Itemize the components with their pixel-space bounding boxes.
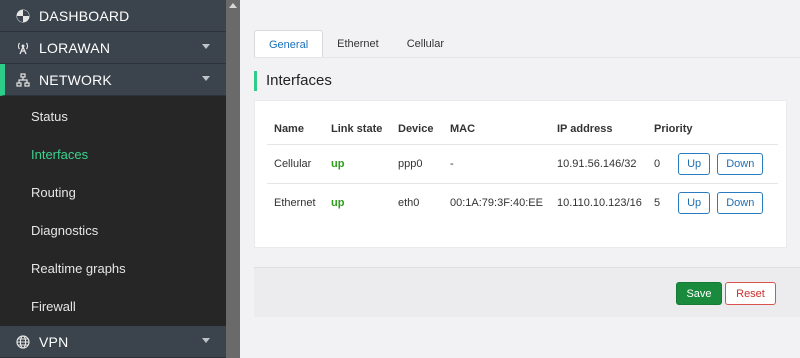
cell-mac: 00:1A:79:3F:40:EE [450,196,543,209]
tab-cellular[interactable]: Cellular [393,30,458,58]
cell-device: ppp0 [391,144,443,184]
nav-vpn-label: VPN [39,333,69,350]
sidebar-item-realtime-graphs[interactable]: Realtime graphs [0,249,226,287]
column-header-device: Device [391,114,443,145]
sidebar-item-label: Firewall [31,298,76,314]
globe-icon [15,334,31,350]
save-button[interactable]: Save [676,282,722,305]
cell-priority: 0 Up Down [647,144,778,184]
sidebar-item-routing[interactable]: Routing [0,173,226,211]
dashboard-icon [15,8,31,24]
priority-value: 0 [654,157,661,170]
sidebar-item-label: Realtime graphs [31,260,126,276]
interfaces-panel: Name Link state Device MAC IP address Pr… [254,100,787,248]
form-footer: Save Reset [254,267,800,317]
column-header-link-state: Link state [324,114,391,145]
nav-dashboard-label: DASHBOARD [39,7,130,24]
main-content: General Ethernet Cellular Interfaces Nam… [240,0,800,358]
table-header-row: Name Link state Device MAC IP address Pr… [267,114,778,145]
table-row: Ethernet up eth0 00:1A:79:3F:40:EE 10.11… [267,183,778,222]
cell-mac: - [443,144,550,184]
cell-ip-address: 10.110.10.123/16 [557,196,642,209]
section-title: Interfaces [254,71,332,91]
priority-up-button[interactable]: Up [678,152,711,175]
nav-dashboard[interactable]: DASHBOARD [0,0,226,32]
sidebar-item-status[interactable]: Status [0,97,226,135]
scroll-up-arrow-icon[interactable] [229,3,237,8]
sidebar-item-diagnostics[interactable]: Diagnostics [0,211,226,249]
nav-lorawan-label: LORAWAN [39,39,111,56]
tab-divider [254,57,800,58]
sidebar-item-interfaces[interactable]: Interfaces [0,135,226,173]
column-header-ip-address: IP address [550,114,647,145]
cell-name: Ethernet [274,196,316,209]
reset-button[interactable]: Reset [725,282,776,305]
priority-down-button[interactable]: Down [717,191,764,214]
column-header-mac: MAC [443,114,550,145]
sidebar-item-label: Routing [31,184,76,200]
antenna-icon [15,40,31,56]
sidebar-item-firewall[interactable]: Firewall [0,287,226,325]
sidebar-item-label: Diagnostics [31,222,99,238]
tab-ethernet[interactable]: Ethernet [323,30,393,58]
nav-vpn[interactable]: VPN [0,326,226,358]
table-row: Cellular up ppp0 - 10.91.56.146/32 0 Up … [267,144,778,184]
priority-up-button[interactable]: Up [678,191,711,214]
sidebar-item-label: Status [31,108,68,124]
cell-device: eth0 [398,196,420,209]
network-icon [15,72,31,88]
chevron-down-icon [202,338,210,343]
cell-priority: 5 Up Down [647,183,778,222]
tab-general[interactable]: General [254,30,324,58]
cell-ip-address: 10.91.56.146/32 [550,144,647,184]
nav-network[interactable]: NETWORK [0,64,226,96]
tab-bar: General Ethernet Cellular [254,30,458,58]
interfaces-table: Name Link state Device MAC IP address Pr… [267,114,778,222]
nav-lorawan[interactable]: LORAWAN [0,32,226,64]
sidebar-item-label: Interfaces [31,146,89,162]
priority-down-button[interactable]: Down [717,152,764,175]
sidebar: DASHBOARD LORAWAN NETWORK Status Interfa… [0,0,226,358]
cell-link-state: up [331,196,345,209]
chevron-down-icon [202,44,210,49]
nav-network-label: NETWORK [39,71,112,88]
priority-value: 5 [654,196,661,209]
sidebar-scrollbar[interactable] [226,0,240,358]
chevron-down-icon [202,76,210,81]
column-header-priority: Priority [647,114,778,145]
cell-name: Cellular [267,144,324,184]
cell-link-state: up [324,144,391,184]
column-header-name: Name [267,114,324,145]
